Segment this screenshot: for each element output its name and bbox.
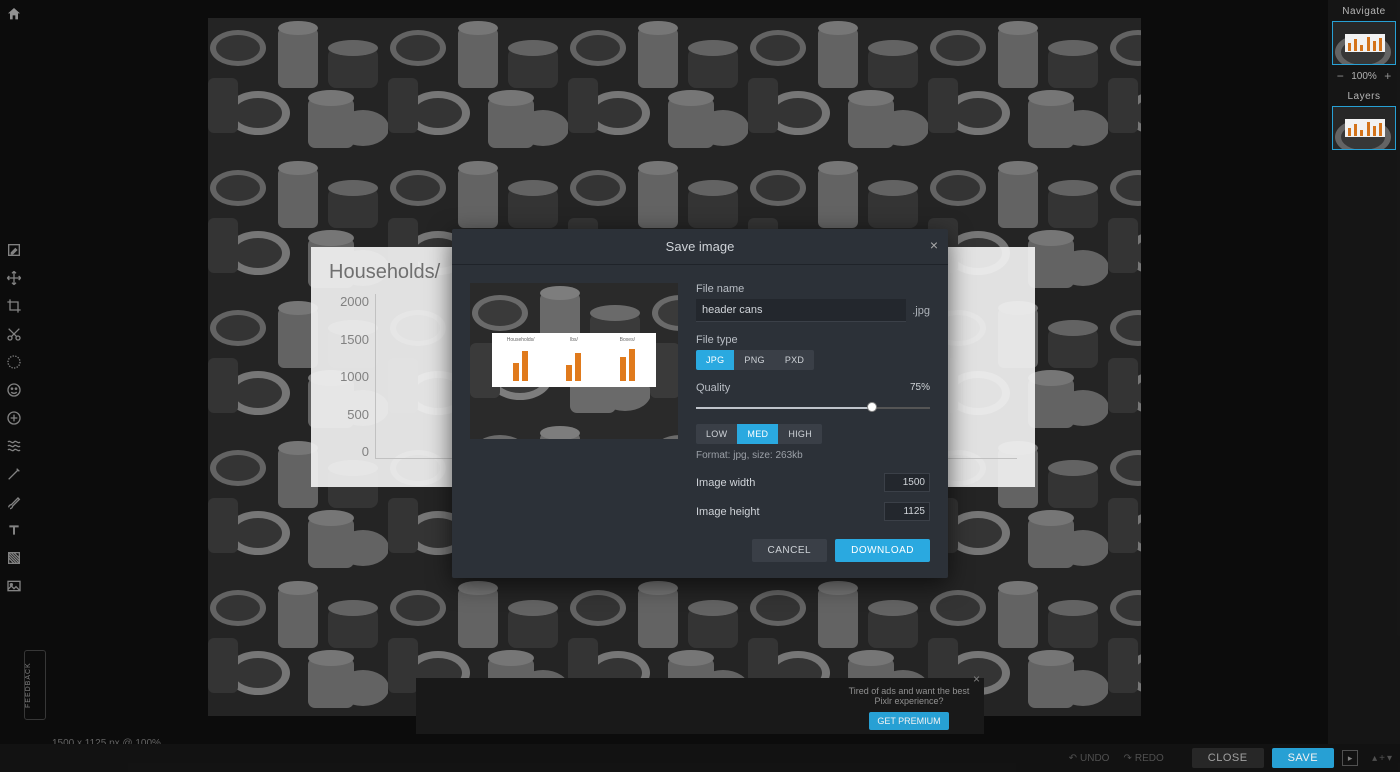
image-height-input[interactable] bbox=[884, 502, 930, 521]
quality-slider[interactable] bbox=[696, 400, 930, 416]
file-name-label: File name bbox=[696, 283, 930, 295]
file-type-label: File type bbox=[696, 334, 930, 346]
image-width-input[interactable] bbox=[884, 473, 930, 492]
file-type-png[interactable]: PNG bbox=[734, 350, 774, 370]
image-width-label: Image width bbox=[696, 477, 755, 489]
quality-high[interactable]: HIGH bbox=[778, 424, 822, 444]
quality-med[interactable]: MED bbox=[737, 424, 778, 444]
dialog-close-icon[interactable]: × bbox=[930, 237, 938, 253]
save-preview-thumbnail: Households/ lbs/ Boxes/ bbox=[470, 283, 678, 439]
file-type-jpg[interactable]: JPG bbox=[696, 350, 734, 370]
cancel-button[interactable]: CANCEL bbox=[752, 539, 828, 562]
file-type-pxd[interactable]: PXD bbox=[775, 350, 814, 370]
quality-percent: 75% bbox=[910, 382, 930, 393]
download-button[interactable]: DOWNLOAD bbox=[835, 539, 930, 562]
file-extension: .jpg bbox=[912, 305, 930, 317]
quality-low[interactable]: LOW bbox=[696, 424, 737, 444]
dialog-title: Save image bbox=[666, 239, 735, 254]
image-height-label: Image height bbox=[696, 506, 760, 518]
save-image-dialog: Save image × Households/ lbs/ Boxes/ Fil… bbox=[452, 229, 948, 578]
file-name-input[interactable] bbox=[696, 299, 906, 322]
format-size-line: Format: jpg, size: 263kb bbox=[696, 450, 930, 461]
quality-label: Quality bbox=[696, 382, 930, 394]
